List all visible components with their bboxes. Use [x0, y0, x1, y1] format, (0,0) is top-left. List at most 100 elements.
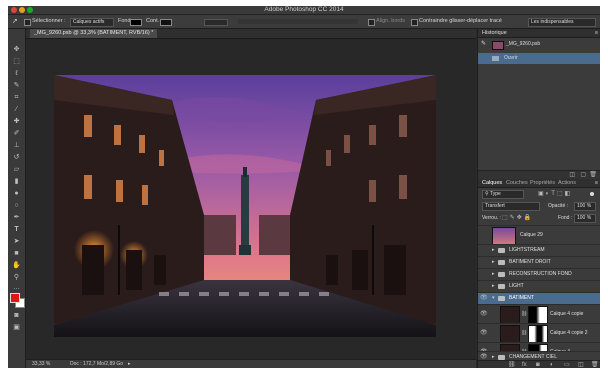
new-layer-icon[interactable]: ◫	[578, 361, 584, 368]
layer-row[interactable]: ▸ RECONSTRUCTION FOND	[478, 268, 600, 280]
zoom-level[interactable]: 33,33 %	[32, 360, 50, 368]
layer-style-icon[interactable]: fx	[522, 361, 527, 368]
lasso-tool-icon[interactable]: ℓ	[12, 69, 21, 78]
move-tool-icon[interactable]: ✥	[12, 45, 21, 54]
screen-mode-icon[interactable]: ▣	[12, 323, 21, 332]
stroke-width-field[interactable]	[204, 19, 228, 26]
hand-tool-icon[interactable]: ✋	[12, 261, 21, 270]
layer-visibility-icon[interactable]: 👁	[480, 305, 488, 323]
layer-row[interactable]: ▸ LIGHT	[478, 280, 600, 292]
crop-tool-icon[interactable]: ⌗	[12, 93, 21, 102]
contour-swatch[interactable]	[160, 19, 172, 26]
quick-mask-icon[interactable]: ◙	[12, 311, 21, 320]
healing-brush-tool-icon[interactable]: ✚	[12, 117, 21, 126]
delete-state-icon[interactable]: 🗑	[589, 171, 597, 178]
quick-select-tool-icon[interactable]: ✎	[12, 81, 21, 90]
layer-row[interactable]: ▸ BATIMENT DROIT	[478, 256, 600, 268]
filter-toggle[interactable]	[590, 192, 594, 196]
new-snapshot-icon[interactable]: ◫	[569, 171, 575, 178]
expand-arrow-icon[interactable]: ▸	[492, 245, 495, 256]
tab-properties[interactable]: Propriétés	[530, 179, 555, 187]
eraser-tool-icon[interactable]: ▱	[12, 165, 21, 174]
tab-actions[interactable]: Actions	[558, 179, 576, 187]
auto-select-checkbox[interactable]	[24, 19, 31, 26]
snapshot-label: _MG_9260.psb	[506, 41, 541, 47]
document-info[interactable]: Doc : 172,7 Mo/2,89 Go	[70, 360, 123, 368]
expand-arrow-icon[interactable]: ▸	[492, 281, 495, 292]
lock-icons[interactable]: ⬚✎✥🔒	[502, 214, 533, 223]
move-tool-icon[interactable]: ➚	[12, 15, 18, 28]
layer-visibility-icon[interactable]: 👁	[480, 293, 488, 304]
type-tool-icon[interactable]: T	[12, 225, 21, 234]
layer-name: BATIMENT	[509, 295, 534, 301]
expand-arrow-icon[interactable]: ▸	[492, 269, 495, 280]
window-title: Adobe Photoshop CC 2014	[264, 6, 344, 13]
foreground-color-swatch[interactable]	[10, 293, 20, 303]
expand-arrow-icon[interactable]: ▸	[492, 257, 495, 268]
title-bar: Adobe Photoshop CC 2014	[8, 6, 600, 15]
workspace-dropdown[interactable]: Les indispensables	[528, 18, 596, 27]
pen-tool-icon[interactable]: ✒	[12, 213, 21, 222]
link-layers-icon[interactable]: ⛓	[508, 361, 516, 368]
panel-menu-icon[interactable]: ≡	[595, 29, 598, 37]
align-edges-checkbox[interactable]	[368, 19, 375, 26]
select-dropdown[interactable]: Calques actifs	[70, 18, 114, 27]
layer-link-icon[interactable]: ⛓	[521, 305, 527, 323]
new-document-icon[interactable]: ▢	[580, 171, 586, 178]
history-state-icon	[492, 56, 499, 61]
place-vendome-photo	[54, 75, 436, 337]
group-folder-icon	[498, 296, 505, 301]
tab-layers[interactable]: Calques	[482, 179, 502, 187]
marquee-tool-icon[interactable]: ⬚	[12, 57, 21, 66]
layer-name: LIGHT	[509, 283, 524, 289]
constrain-label: Contraindre glisser-déplacer tracé	[419, 18, 502, 24]
brush-tool-icon[interactable]: ✐	[12, 129, 21, 138]
collapse-arrow-icon[interactable]: ▾	[492, 293, 495, 304]
snapshot-brush-icon[interactable]: ✎	[481, 39, 486, 50]
shape-tool-icon[interactable]: ■	[12, 249, 21, 258]
clone-stamp-tool-icon[interactable]: ⊥	[12, 141, 21, 150]
document-tab[interactable]: _MG_9260.psb @ 33,3% (BATIMENT, RVB/16) …	[30, 29, 158, 38]
opacity-field[interactable]: 100 %	[574, 202, 596, 211]
fill-swatch[interactable]	[130, 19, 142, 26]
status-arrow-icon[interactable]: ▸	[128, 360, 131, 368]
layer-row[interactable]: 👁 ⛓ Calque 4 copie 2	[478, 323, 600, 343]
history-snapshot[interactable]: ✎ _MG_9260.psb	[478, 39, 600, 50]
layer-row[interactable]: ▸ LIGHTSTREAM	[478, 244, 600, 256]
layer-thumbnail	[500, 306, 520, 324]
panel-menu-icon[interactable]: ≡	[595, 179, 598, 187]
photoshop-window: Adobe Photoshop CC 2014 ➚ Sélectionner :…	[8, 6, 600, 368]
align-icons[interactable]	[238, 19, 358, 24]
add-mask-icon[interactable]: ◙	[536, 361, 540, 368]
tab-channels[interactable]: Couches	[506, 179, 528, 187]
layer-row[interactable]: 👁 ⛓ Calque 4 copie	[478, 304, 600, 324]
layer-filter-dropdown[interactable]: ⚲ Type	[482, 190, 524, 199]
blend-mode-dropdown[interactable]: Transfert	[482, 202, 540, 211]
layer-row[interactable]: Calque 29	[478, 225, 600, 245]
eyedropper-tool-icon[interactable]: ⁄	[12, 105, 21, 114]
layer-visibility-icon[interactable]: 👁	[480, 324, 488, 342]
new-group-icon[interactable]: ▭	[564, 361, 570, 368]
gradient-tool-icon[interactable]: ▮	[12, 177, 21, 186]
history-panel-title[interactable]: Historique	[482, 29, 507, 37]
delete-layer-icon[interactable]: 🗑	[591, 361, 599, 368]
canvas-area[interactable]	[26, 39, 476, 359]
dodge-tool-icon[interactable]: ○	[12, 201, 21, 210]
history-state-open[interactable]: Ouvrir	[478, 53, 600, 64]
layer-row-selected[interactable]: 👁 ▾ BATIMENT	[478, 292, 600, 304]
blur-tool-icon[interactable]: ●	[12, 189, 21, 198]
options-bar: ➚ Sélectionner : Calques actifs Fond Con…	[8, 15, 600, 29]
more-tools-icon[interactable]: …	[12, 283, 21, 292]
filter-label: Type	[489, 191, 501, 197]
layer-name: Calque 4 copie 2	[550, 330, 588, 336]
fill-field[interactable]: 100 %	[574, 214, 596, 223]
zoom-tool-icon[interactable]: ⚲	[12, 273, 21, 282]
layer-link-icon[interactable]: ⛓	[521, 324, 527, 342]
path-select-tool-icon[interactable]: ➤	[12, 237, 21, 246]
layer-thumbnail	[492, 227, 516, 245]
constrain-checkbox[interactable]	[411, 19, 418, 26]
adjustment-layer-icon[interactable]: ◐	[550, 361, 554, 368]
filter-icons[interactable]: ▣◐T⬚◧	[538, 190, 572, 197]
lock-label: Verrou. :	[482, 215, 501, 221]
history-brush-tool-icon[interactable]: ↺	[12, 153, 21, 162]
